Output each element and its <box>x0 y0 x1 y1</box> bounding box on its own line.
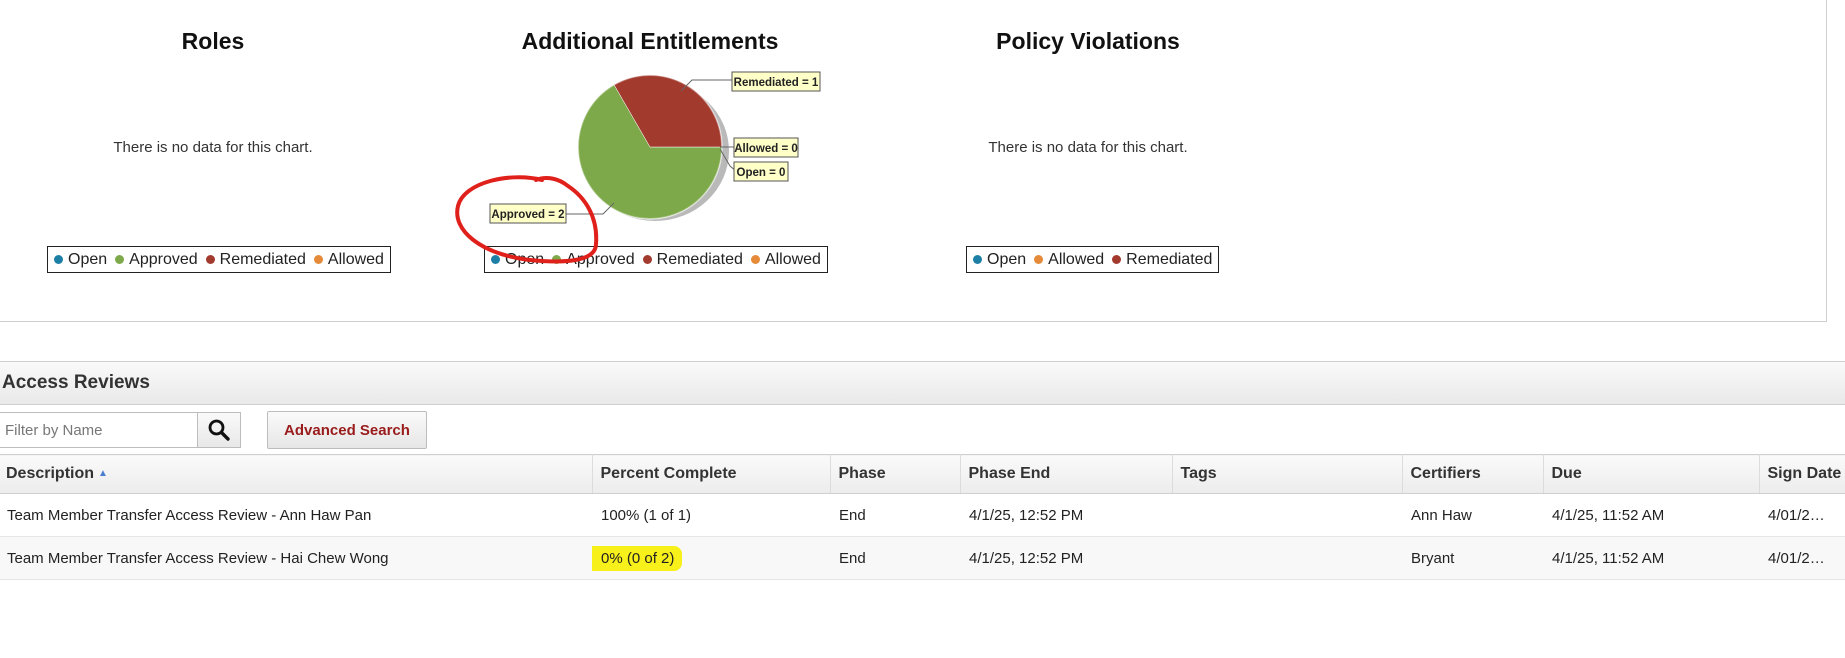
svg-text:Remediated = 1: Remediated = 1 <box>734 77 819 89</box>
cell-percent-complete: 0% (0 of 2) <box>592 536 830 580</box>
cell-phase: End <box>830 493 960 537</box>
cell-phase-end: 4/1/25, 12:52 PM <box>960 536 1172 580</box>
access-reviews-panel: Access Reviews Advanced Search Descripti… <box>0 361 1845 658</box>
sort-ascending-icon: ▲ <box>98 468 108 479</box>
callout-open: Open = 0 <box>733 161 789 182</box>
yellow-highlight: 0% (0 of 2) <box>592 545 683 571</box>
roles-chart-title: Roles <box>181 28 245 54</box>
policy-violations-chart-title: Policy Violations <box>996 28 1180 54</box>
column-header-phase[interactable]: Phase <box>830 454 961 494</box>
column-header-due[interactable]: Due <box>1543 454 1760 494</box>
legend-item-remediated[interactable]: Remediated <box>205 251 306 269</box>
legend-dot-icon <box>750 255 760 264</box>
column-header-percent-complete[interactable]: Percent Complete <box>592 454 831 494</box>
legend-dot-icon <box>205 255 215 264</box>
legend-item-allowed[interactable]: Allowed <box>750 251 821 269</box>
cell-certifiers: Ann Haw <box>1402 493 1543 537</box>
advanced-search-button[interactable]: Advanced Search <box>267 411 427 449</box>
filter-by-name-input[interactable] <box>0 412 198 448</box>
svg-text:Allowed = 0: Allowed = 0 <box>734 143 798 155</box>
legend-dot-icon <box>642 255 652 264</box>
access-reviews-toolbar: Advanced Search <box>0 405 1845 455</box>
charts-panel: Roles There is no data for this chart. O… <box>0 0 1827 322</box>
access-reviews-title: Access Reviews <box>0 362 1845 405</box>
column-header-sign-date[interactable]: Sign Date <box>1759 454 1845 494</box>
table-row[interactable]: Team Member Transfer Access Review - Ann… <box>0 493 1845 537</box>
policy-violations-legend: Open Allowed Remediated <box>966 246 1220 273</box>
search-button[interactable] <box>197 412 241 448</box>
legend-item-allowed[interactable]: Allowed <box>313 251 384 269</box>
column-header-phase-end[interactable]: Phase End <box>960 454 1173 494</box>
legend-dot-icon <box>115 255 125 264</box>
cell-due: 4/1/25, 11:52 AM <box>1543 536 1759 580</box>
cell-sign-date: 4/01/2… <box>1759 536 1845 580</box>
access-reviews-table: Description ▲ Percent Complete Phase Phas… <box>0 454 1845 580</box>
cell-description[interactable]: Team Member Transfer Access Review - Hai… <box>0 536 592 580</box>
cell-phase: End <box>830 536 960 580</box>
cell-certifiers: Bryant <box>1402 536 1543 580</box>
roles-no-data-message: There is no data for this chart. <box>113 139 313 156</box>
legend-item-remediated[interactable]: Remediated <box>1112 251 1212 269</box>
cell-tags <box>1172 536 1402 580</box>
roles-legend: Open Approved Remediated Allowed <box>47 246 391 273</box>
legend-dot-icon <box>54 255 63 264</box>
legend-dot-icon <box>313 255 323 264</box>
additional-entitlements-chart-title: Additional Entitlements <box>521 28 779 54</box>
legend-dot-icon <box>1112 255 1122 264</box>
column-header-description[interactable]: Description ▲ <box>0 454 593 494</box>
cell-percent-complete: 100% (1 of 1) <box>592 493 830 537</box>
policy-violations-no-data-message: There is no data for this chart. <box>988 139 1188 156</box>
legend-item-allowed[interactable]: Allowed <box>1034 251 1104 269</box>
legend-item-remediated[interactable]: Remediated <box>642 251 743 269</box>
legend-dot-icon <box>1034 255 1044 264</box>
cell-sign-date: 4/01/2… <box>1759 493 1845 537</box>
callout-remediated: Remediated = 1 <box>731 71 821 92</box>
table-header-row: Description ▲ Percent Complete Phase Phas… <box>0 454 1845 494</box>
legend-item-open[interactable]: Open <box>973 251 1026 269</box>
svg-text:Open = 0: Open = 0 <box>737 167 786 179</box>
cell-due: 4/1/25, 11:52 AM <box>1543 493 1759 537</box>
table-row[interactable]: Team Member Transfer Access Review - Hai… <box>0 536 1845 580</box>
cell-description[interactable]: Team Member Transfer Access Review - Ann… <box>0 493 592 537</box>
search-icon <box>208 419 230 441</box>
red-annotation-circle <box>455 175 599 264</box>
column-header-certifiers[interactable]: Certifiers <box>1402 454 1544 494</box>
callout-allowed: Allowed = 0 <box>733 137 799 158</box>
cell-phase-end: 4/1/25, 12:52 PM <box>960 493 1172 537</box>
column-header-tags[interactable]: Tags <box>1172 454 1403 494</box>
legend-item-approved[interactable]: Approved <box>115 251 198 269</box>
cell-tags <box>1172 493 1402 537</box>
legend-item-open[interactable]: Open <box>54 251 107 269</box>
legend-dot-icon <box>973 255 982 264</box>
